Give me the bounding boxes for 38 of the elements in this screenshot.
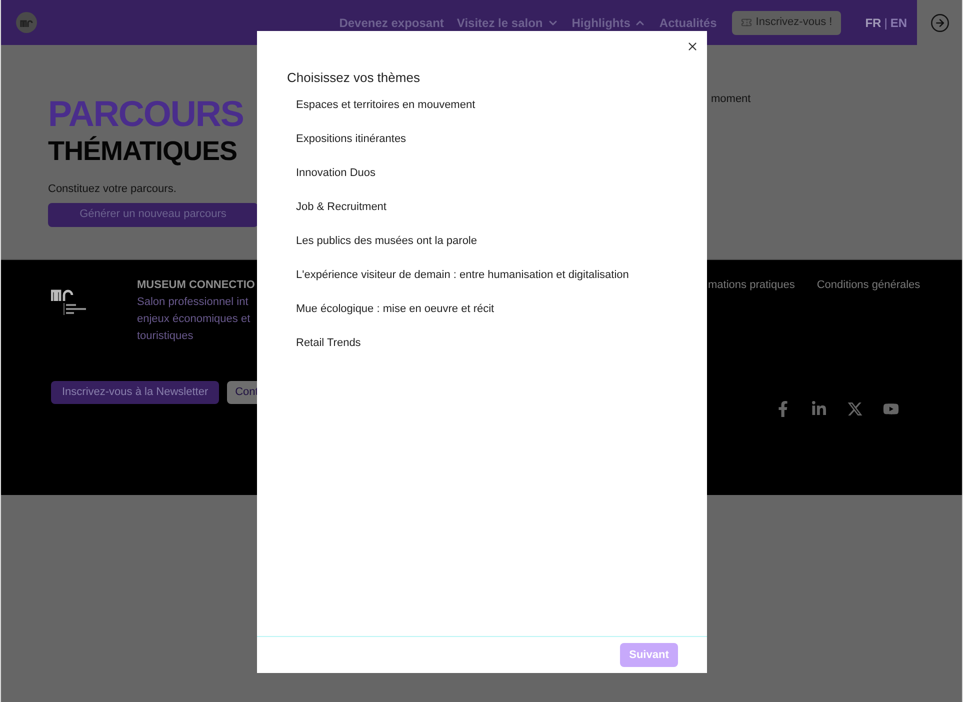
- theme-option[interactable]: L'expérience visiteur de demain : entre humanisation et digitalisation: [296, 266, 629, 282]
- intro-text: moment: [711, 92, 751, 107]
- language-link[interactable]: FR: [865, 14, 882, 32]
- generate-button[interactable]: Générer un nouveau parcours: [48, 202, 258, 226]
- nav-link[interactable]: Visitez le salon: [456, 14, 559, 32]
- x-icon[interactable]: [847, 400, 864, 416]
- page-subtitle: THÉMATIQUES: [48, 135, 237, 167]
- intro-text: Constituez votre parcours.: [48, 182, 178, 197]
- page-title: PARCOURS: [48, 93, 244, 135]
- login-icon: [930, 12, 950, 32]
- linkedin-icon[interactable]: [811, 400, 828, 416]
- close-icon: [686, 40, 698, 52]
- ticket-icon: [740, 17, 752, 28]
- theme-option[interactable]: Job & Recruitment: [296, 198, 386, 214]
- theme-option[interactable]: Expositions itinérantes: [296, 130, 406, 146]
- theme-option[interactable]: Mue écologique : mise en oeuvre et récit: [296, 300, 494, 316]
- footer-description: Salon professionnel int: [137, 294, 250, 310]
- language-separator: |: [884, 14, 888, 32]
- login-button[interactable]: [917, 0, 962, 45]
- footer-brand: MUSEUM CONNECTIO: [137, 278, 256, 293]
- footer-description: touristiques: [137, 328, 194, 344]
- language-link[interactable]: EN: [890, 14, 907, 32]
- theme-option[interactable]: Espaces et territoires en mouvement: [296, 96, 476, 112]
- footer-link[interactable]: Conditions générales: [816, 277, 920, 294]
- youtube-icon[interactable]: [883, 400, 900, 416]
- footer-description: enjeux économiques et: [137, 312, 252, 326]
- nav-link[interactable]: Devenez exposant: [339, 14, 444, 32]
- newsletter-button[interactable]: Inscrivez-vous à la Newsletter: [51, 380, 220, 404]
- nav-link[interactable]: Actualités: [659, 14, 717, 32]
- theme-option[interactable]: Les publics des musées ont la parole: [296, 232, 477, 248]
- modal-title: Choisissez vos thèmes: [287, 69, 420, 87]
- footer-link[interactable]: mations pratiques: [708, 277, 795, 294]
- register-button[interactable]: Inscrivez-vous !: [732, 10, 842, 34]
- nav-link[interactable]: Highlights: [572, 14, 646, 32]
- footer-logo-icon: [51, 287, 87, 315]
- theme-option[interactable]: Retail Trends: [296, 334, 361, 350]
- theme-option[interactable]: Innovation Duos: [296, 164, 376, 180]
- logo-icon[interactable]: [16, 12, 37, 33]
